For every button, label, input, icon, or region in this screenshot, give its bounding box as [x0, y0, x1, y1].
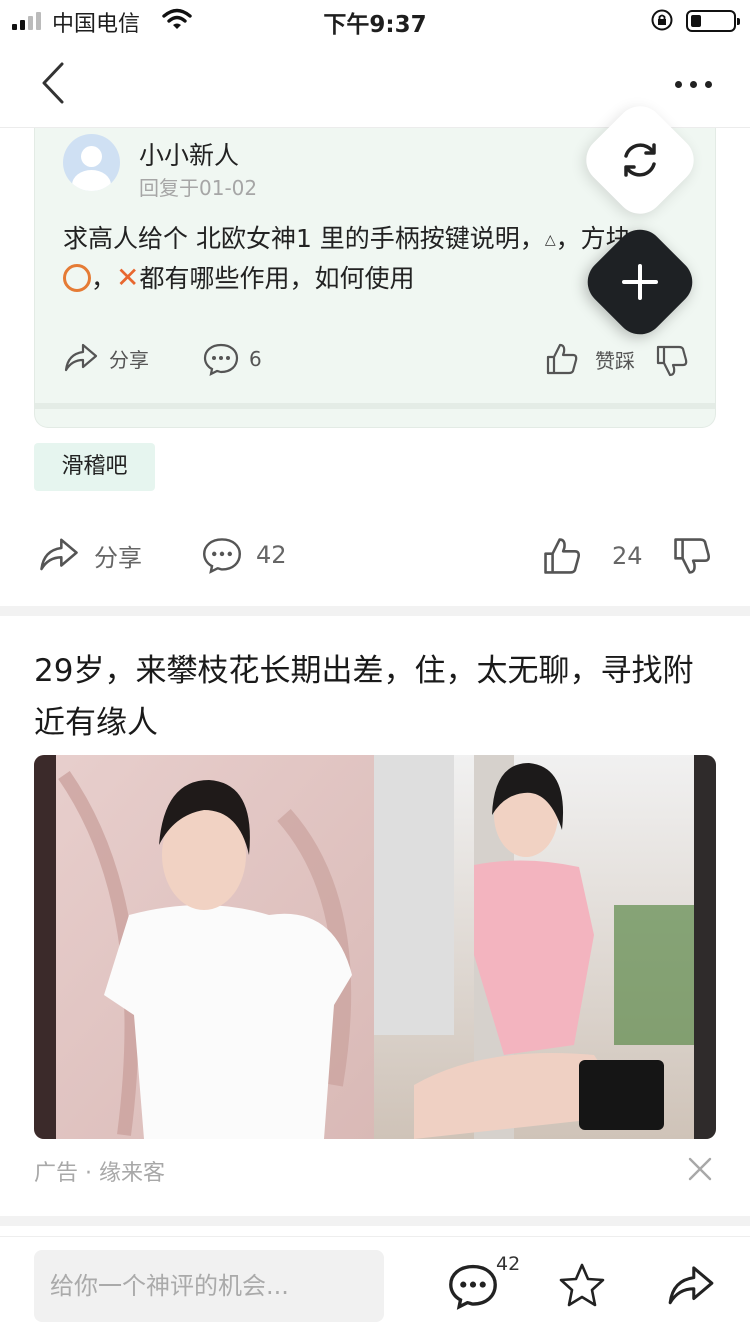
- avatar[interactable]: [63, 134, 120, 191]
- ad-source-label: 广告 · 缘来客: [34, 1161, 165, 1186]
- share-icon[interactable]: [666, 1261, 716, 1311]
- forum-tag[interactable]: 滑稽吧: [34, 443, 155, 491]
- comment-count-badge: 42: [496, 1253, 521, 1275]
- reply-like-button[interactable]: 赞踩: [545, 342, 635, 376]
- reply-share-button[interactable]: 分享: [63, 342, 149, 374]
- post-comment-button[interactable]: 42: [202, 536, 287, 574]
- thumbs-up-icon: [546, 343, 578, 375]
- section-divider: [0, 606, 750, 616]
- close-icon[interactable]: [686, 1155, 714, 1183]
- thumbs-up-icon: [544, 538, 580, 574]
- more-dots-icon[interactable]: [668, 74, 718, 94]
- reply-comment-button[interactable]: 6: [203, 342, 262, 376]
- circle-symbol: [63, 264, 91, 292]
- clock: 下午9:37: [323, 12, 427, 38]
- section-divider: [0, 1216, 750, 1226]
- comment-icon: [202, 538, 242, 574]
- share-icon: [64, 343, 98, 372]
- thumbs-down-icon[interactable]: [672, 536, 712, 576]
- ad-image[interactable]: [34, 755, 716, 1139]
- reply-timestamp: 回复于01-02: [139, 176, 258, 200]
- card-divider: [35, 403, 715, 409]
- status-bar: 中国电信 下午9:37: [0, 0, 750, 40]
- comment-icon: [203, 343, 239, 376]
- cross-symbol: ✕: [116, 261, 140, 294]
- refresh-icon: [624, 143, 656, 177]
- comment-icon[interactable]: [448, 1261, 498, 1311]
- triangle-symbol: △: [544, 232, 556, 248]
- reply-actions: 分享 6 赞踩: [63, 342, 693, 382]
- share-icon: [40, 538, 78, 571]
- bottom-bar: 给你一个神评的机会... 42: [0, 1236, 750, 1334]
- post-share-button[interactable]: 分享: [38, 536, 142, 574]
- post-like-button[interactable]: 24: [542, 536, 643, 576]
- back-arrow-icon[interactable]: [30, 58, 80, 108]
- rotation-lock-icon: [651, 9, 673, 31]
- thumbs-down-icon[interactable]: [655, 344, 689, 378]
- battery-icon: [686, 10, 740, 32]
- plus-icon: [622, 264, 658, 300]
- reply-username[interactable]: 小小新人: [139, 136, 239, 172]
- ad-title[interactable]: 29岁，来攀枝花长期出差，住，太无聊，寻找附近有缘人: [34, 645, 716, 749]
- post-actions: 分享 42 24: [0, 530, 750, 590]
- comment-input[interactable]: 给你一个神评的机会...: [34, 1250, 384, 1322]
- star-icon[interactable]: [557, 1261, 607, 1311]
- reply-content: 求高人给个 北欧女神1 里的手柄按键说明，△，方块，，✕都有哪些作用，如何使用: [63, 224, 656, 294]
